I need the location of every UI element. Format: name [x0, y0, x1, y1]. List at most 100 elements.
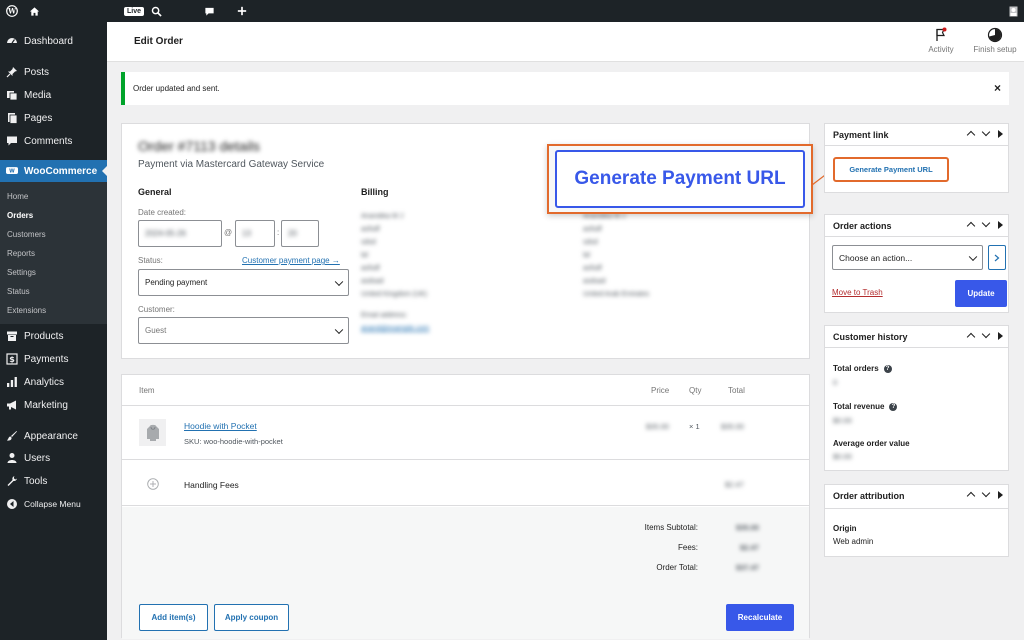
- shipping-line: asfsdf: [583, 226, 602, 233]
- minute-input[interactable]: 20: [281, 220, 319, 247]
- wordpress-logo-icon[interactable]: W: [4, 0, 20, 22]
- chevron-down-icon[interactable]: [981, 127, 991, 137]
- product-thumbnail: [139, 419, 166, 446]
- sidebar-item-payments[interactable]: $ Payments: [0, 348, 107, 370]
- wrench-icon: [6, 475, 18, 487]
- plus-circle-icon: [147, 478, 159, 490]
- success-notice: Order updated and sent. ×: [121, 72, 1009, 105]
- chevron-down-icon[interactable]: [981, 218, 991, 228]
- col-item: Item: [139, 386, 155, 395]
- generate-payment-url-button[interactable]: Generate Payment URL: [836, 160, 946, 179]
- sidebar-item-media[interactable]: Media: [0, 84, 107, 106]
- submenu-item-extensions[interactable]: Extensions: [7, 306, 46, 315]
- archive-icon: [6, 330, 18, 342]
- chevron-up-icon[interactable]: [966, 130, 976, 140]
- comment-bubble-icon[interactable]: [201, 0, 217, 22]
- live-badge-label: Live: [123, 6, 144, 16]
- submenu-item-settings[interactable]: Settings: [7, 268, 36, 277]
- sidebar-item-products[interactable]: Products: [0, 325, 107, 347]
- submenu-item-reports[interactable]: Reports: [7, 249, 35, 258]
- home-icon[interactable]: [26, 0, 42, 22]
- media-icon: [6, 89, 18, 101]
- close-icon[interactable]: ×: [994, 81, 1001, 95]
- hour-input[interactable]: 13: [235, 220, 275, 247]
- customer-select[interactable]: Guest: [138, 317, 349, 344]
- chevron-down-icon: [334, 325, 344, 334]
- shipping-line: United Arab Emirates: [583, 291, 650, 298]
- product-qty: × 1: [689, 422, 700, 431]
- sidebar-collapse-menu[interactable]: Collapse Menu: [0, 493, 107, 515]
- sidebar-item-label: Products: [24, 330, 64, 342]
- caret-right-icon[interactable]: [998, 221, 1003, 229]
- pages-icon: [6, 112, 18, 124]
- payment-link-title: Payment link: [833, 130, 889, 140]
- sidebar-item-pages[interactable]: Pages: [0, 107, 107, 129]
- apply-coupon-button[interactable]: Apply coupon: [214, 604, 289, 631]
- order-total-label: Order Total:: [656, 563, 698, 572]
- order-actions-header: Order actions: [825, 215, 1008, 237]
- items-subtotal-label: Items Subtotal:: [644, 523, 698, 532]
- sidebar-item-marketing[interactable]: Marketing: [0, 394, 107, 416]
- svg-text:$: $: [9, 355, 15, 364]
- search-icon[interactable]: [148, 0, 164, 22]
- chevron-down-icon: [334, 277, 344, 286]
- apply-action-button[interactable]: [988, 245, 1006, 270]
- activity-button[interactable]: Activity: [921, 27, 961, 54]
- help-icon[interactable]: ?: [889, 402, 898, 411]
- sidebar-item-tools[interactable]: Tools: [0, 470, 107, 492]
- sidebar-item-label: Pages: [24, 112, 53, 124]
- billing-line: United Kingdom (UK): [361, 291, 428, 298]
- sidebar-item-comments[interactable]: Comments: [0, 130, 107, 152]
- order-action-select[interactable]: Choose an action...: [832, 245, 983, 270]
- update-button[interactable]: Update: [955, 280, 1007, 307]
- average-order-value-label: Average order value: [833, 439, 910, 448]
- caret-right-icon[interactable]: [998, 332, 1003, 340]
- move-to-trash-link[interactable]: Move to Trash: [832, 288, 883, 297]
- recalculate-button[interactable]: Recalculate: [726, 604, 794, 631]
- col-qty: Qty: [689, 386, 702, 395]
- chevron-down-icon[interactable]: [981, 329, 991, 339]
- customer-payment-page-link[interactable]: Customer payment page →: [242, 256, 340, 265]
- chevron-up-icon[interactable]: [966, 332, 976, 342]
- submenu-item-orders[interactable]: Orders: [7, 211, 33, 220]
- sidebar-item-label: Dashboard: [24, 35, 73, 47]
- submenu-item-customers[interactable]: Customers: [7, 230, 46, 239]
- plus-icon[interactable]: [234, 0, 250, 22]
- caret-right-icon[interactable]: [998, 130, 1003, 138]
- submenu-item-status[interactable]: Status: [7, 287, 30, 296]
- help-icon[interactable]: ?: [883, 364, 892, 373]
- billing-line: lal: [361, 252, 369, 259]
- billing-line: asfsdf: [361, 265, 380, 272]
- items-header-row: Item Price Qty Total: [122, 375, 809, 406]
- caret-right-icon[interactable]: [998, 491, 1003, 499]
- user-avatar[interactable]: [1007, 0, 1019, 22]
- sidebar-item-woocommerce[interactable]: W WooCommerce: [0, 160, 107, 182]
- sidebar-item-dashboard[interactable]: Dashboard: [0, 30, 107, 52]
- sidebar-item-users[interactable]: Users: [0, 447, 107, 469]
- order-actions-box: Order actions Choose an action... Move t…: [824, 214, 1009, 313]
- minute-value: 20: [288, 229, 297, 238]
- chevron-up-icon[interactable]: [966, 491, 976, 501]
- billing-line: asdsad: [361, 278, 384, 285]
- status-select[interactable]: Pending payment: [138, 269, 349, 296]
- customer-select-value: Guest: [145, 326, 167, 335]
- at-symbol: @: [224, 228, 233, 237]
- product-name-link[interactable]: Hoodie with Pocket: [184, 421, 257, 431]
- totals-area: Items Subtotal: $35.00 Fees: $2.47 Order…: [122, 507, 809, 639]
- submenu-item-home[interactable]: Home: [7, 192, 28, 201]
- sku-label: SKU:: [184, 437, 202, 446]
- chevron-down-icon[interactable]: [981, 488, 991, 498]
- live-badge[interactable]: Live: [123, 0, 145, 22]
- finish-setup-button[interactable]: Finish setup: [969, 27, 1021, 54]
- date-created-input[interactable]: 2024-05-26: [138, 220, 222, 247]
- sidebar-item-analytics[interactable]: Analytics: [0, 371, 107, 393]
- add-items-button[interactable]: Add item(s): [139, 604, 208, 631]
- billing-line: asfsdf: [361, 226, 380, 233]
- brush-icon: [6, 430, 18, 442]
- sidebar-item-posts[interactable]: Posts: [0, 61, 107, 83]
- sidebar-item-appearance[interactable]: Appearance: [0, 425, 107, 447]
- email-link[interactable]: anand@example.com: [361, 325, 429, 332]
- chevron-up-icon[interactable]: [966, 221, 976, 231]
- product-price: $35.00: [646, 422, 669, 431]
- generate-payment-url-callout: Generate Payment URL: [555, 150, 805, 208]
